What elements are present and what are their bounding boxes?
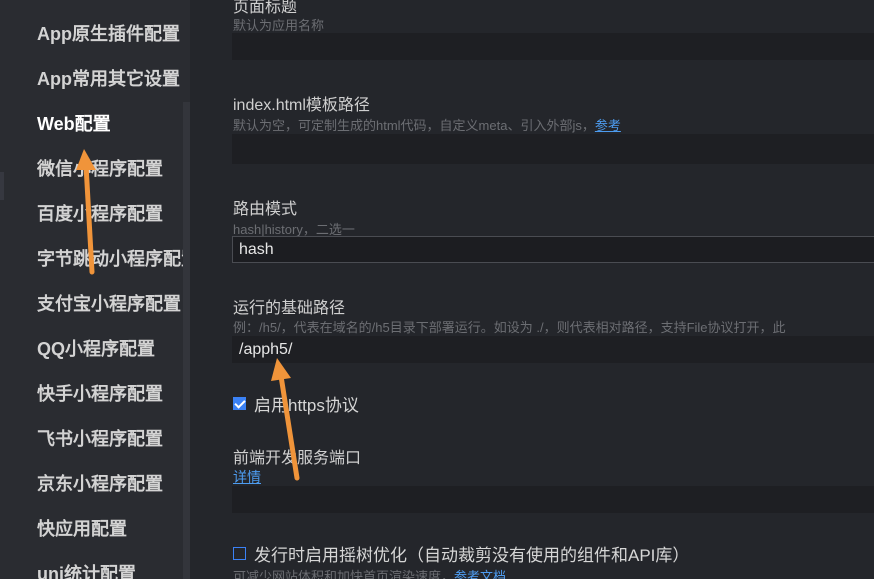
settings-panel: 页面标题 默认为应用名称 index.html模板路径 默认为空，可定制生成的h…: [190, 0, 874, 579]
sidebar-item-toutiao[interactable]: 字节跳动小程序配置: [37, 244, 187, 274]
index-template-input[interactable]: [232, 134, 874, 164]
sidebar: App原生插件配置 App常用其它设置 Web配置 微信小程序配置 百度小程序配…: [0, 0, 190, 579]
page-title-hint: 默认为应用名称: [233, 18, 325, 33]
dev-port-details-link[interactable]: 详情: [233, 467, 261, 487]
dev-port-input[interactable]: [232, 486, 874, 513]
sidebar-scrollbar[interactable]: [183, 102, 190, 579]
sidebar-item-app-native-plugins[interactable]: App原生插件配置: [37, 19, 187, 49]
tree-shaking-hint-text: 可减少网站体积和加快首页渲染速度，: [233, 569, 455, 579]
sidebar-item-alipay[interactable]: 支付宝小程序配置: [37, 289, 187, 319]
sidebar-item-app-other-settings[interactable]: App常用其它设置: [37, 64, 187, 94]
sidebar-item-feishu[interactable]: 飞书小程序配置: [37, 424, 187, 454]
sidebar-item-web[interactable]: Web配置: [37, 109, 187, 139]
dev-port-label: 前端开发服务端口: [233, 450, 362, 467]
tree-shaking-checkbox-label: 发行时启用摇树优化（自动裁剪没有使用的组件和API库）: [254, 545, 690, 565]
index-template-hint: 默认为空，可定制生成的html代码，自定义meta、引入外部js，参考: [233, 115, 621, 134]
sidebar-item-kuaishou[interactable]: 快手小程序配置: [37, 379, 187, 409]
sidebar-item-quickapp[interactable]: 快应用配置: [37, 514, 187, 544]
https-checkbox-label: 启用https协议: [254, 395, 359, 415]
index-template-label: index.html模板路径: [233, 97, 370, 114]
sidebar-marker: [0, 172, 4, 200]
sidebar-item-baidu[interactable]: 百度小程序配置: [37, 199, 187, 229]
https-checkbox-row[interactable]: 启用https协议: [233, 392, 359, 415]
tree-shaking-checkbox[interactable]: [233, 546, 246, 560]
sidebar-item-weixin[interactable]: 微信小程序配置: [37, 154, 187, 184]
tree-shaking-docs-link[interactable]: 参考文档: [454, 569, 506, 579]
page-title-input[interactable]: [232, 33, 874, 60]
index-template-hint-text: 默认为空，可定制生成的html代码，自定义meta、引入外部js，: [233, 118, 595, 133]
https-checkbox[interactable]: [233, 396, 246, 410]
tree-shaking-hint: 可减少网站体积和加快首页渲染速度，参考文档: [233, 566, 506, 579]
tree-shaking-checkbox-row[interactable]: 发行时启用摇树优化（自动裁剪没有使用的组件和API库）: [233, 542, 690, 565]
base-path-input[interactable]: /apph5/: [232, 336, 874, 363]
sidebar-item-uni-stat[interactable]: uni统计配置: [37, 559, 187, 579]
base-path-hint: 例：/h5/，代表在域名的/h5目录下部署运行。如设为 ./，则代表相对路径，支…: [233, 320, 786, 335]
index-template-reference-link[interactable]: 参考: [595, 118, 621, 133]
base-path-label: 运行的基础路径: [233, 300, 346, 317]
sidebar-item-qq[interactable]: QQ小程序配置: [37, 334, 187, 364]
router-mode-input[interactable]: hash: [232, 236, 874, 263]
router-mode-label: 路由模式: [233, 201, 298, 218]
sidebar-item-jd[interactable]: 京东小程序配置: [37, 469, 187, 499]
